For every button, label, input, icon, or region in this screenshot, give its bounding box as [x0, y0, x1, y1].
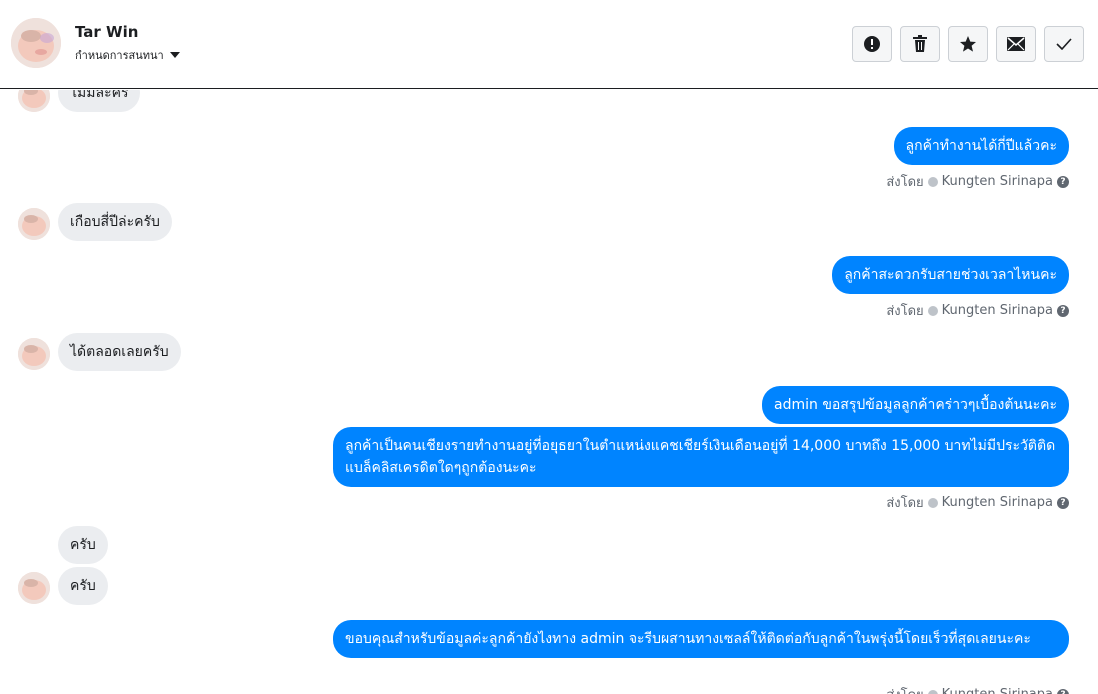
check-icon: [1056, 38, 1072, 50]
incoming-message[interactable]: เกือบสี่ปีล่ะครับ: [58, 203, 172, 241]
contact-avatar: [18, 90, 50, 112]
seen-icon: [927, 497, 938, 508]
sent-by-agent: Kungten Sirinapa: [942, 687, 1053, 694]
outgoing-message[interactable]: ขอบคุณสำหรับข้อมูลค่ะลูกค้ายังไงทาง admi…: [333, 620, 1069, 658]
avatar[interactable]: [11, 18, 61, 68]
sent-by-label: ส่งโดย: [886, 175, 924, 190]
alert-icon: [864, 36, 880, 52]
seen-icon: [927, 176, 938, 187]
help-icon[interactable]: ?: [1057, 496, 1069, 509]
avatar-image: [18, 208, 50, 240]
mail-icon: [1007, 37, 1025, 51]
sent-by-agent: Kungten Sirinapa: [941, 495, 1053, 510]
seen-icon: [927, 305, 938, 316]
outgoing-message[interactable]: ลูกค้าสะดวกรับสายช่วงเวลาไหนคะ: [832, 256, 1069, 294]
message-thread[interactable]: ไม่มีละคร ลูกค้าทำงานได้กี่ปีแล้วคะ ส่งโ…: [0, 90, 1098, 694]
sent-by-label: ส่งโดย: [886, 496, 924, 511]
sent-by-label: ส่งโดย: [886, 304, 924, 319]
incoming-message[interactable]: ได้ตลอดเลยครับ: [58, 333, 181, 371]
delete-button[interactable]: [900, 26, 940, 62]
star-button[interactable]: [948, 26, 988, 62]
outgoing-message[interactable]: admin ขอสรุปข้อมูลลูกค้าคร่าวๆเบื้องต้นน…: [762, 386, 1069, 424]
sent-by-info: ส่งโดย Kungten Sirinapa ?: [886, 492, 1069, 513]
avatar-image: [18, 90, 50, 112]
contact-name[interactable]: Tar Win: [75, 23, 138, 41]
sent-by-info: ส่งโดย Kungten Sirinapa ?: [886, 171, 1069, 192]
contact-avatar: [18, 338, 50, 370]
sent-by-label: ส่งโดย: [886, 684, 923, 694]
sent-by-agent: Kungten Sirinapa: [941, 303, 1053, 318]
sent-by-info: ส่งโดย Kungten Sirinapa ?: [886, 300, 1069, 321]
avatar-image: [18, 338, 50, 370]
contact-avatar: [18, 208, 50, 240]
conversation-header: Tar Win กำหนดการสนทนา: [0, 0, 1098, 89]
conversation-label: กำหนดการสนทนา: [75, 49, 164, 62]
avatar-image: [11, 18, 61, 68]
mark-done-button[interactable]: [1044, 26, 1084, 62]
seen-icon: [927, 689, 938, 694]
help-icon[interactable]: ?: [1057, 688, 1069, 694]
avatar-image: [18, 572, 50, 604]
contact-avatar: [18, 572, 50, 604]
incoming-message[interactable]: ครับ: [58, 526, 108, 564]
outgoing-message[interactable]: ลูกค้าเป็นคนเชียงรายทำงานอยู่ที่อยุธยาใน…: [333, 427, 1069, 487]
sent-by-agent: Kungten Sirinapa: [941, 174, 1053, 189]
incoming-message[interactable]: ไม่มีละคร: [58, 90, 141, 112]
star-icon: [960, 36, 976, 52]
outgoing-message[interactable]: ลูกค้าทำงานได้กี่ปีแล้วคะ: [893, 127, 1069, 165]
conversation-label-dropdown[interactable]: กำหนดการสนทนา: [75, 46, 180, 64]
mark-unread-button[interactable]: [996, 26, 1036, 62]
caret-down-icon: [169, 52, 180, 58]
help-icon[interactable]: ?: [1057, 304, 1069, 317]
incoming-message[interactable]: ครับ: [58, 567, 108, 605]
report-spam-button[interactable]: [852, 26, 892, 62]
help-icon[interactable]: ?: [1057, 175, 1069, 188]
trash-icon: [913, 35, 927, 52]
sent-by-info: ส่งโดย Kungten Sirinapa ?: [886, 684, 1069, 694]
